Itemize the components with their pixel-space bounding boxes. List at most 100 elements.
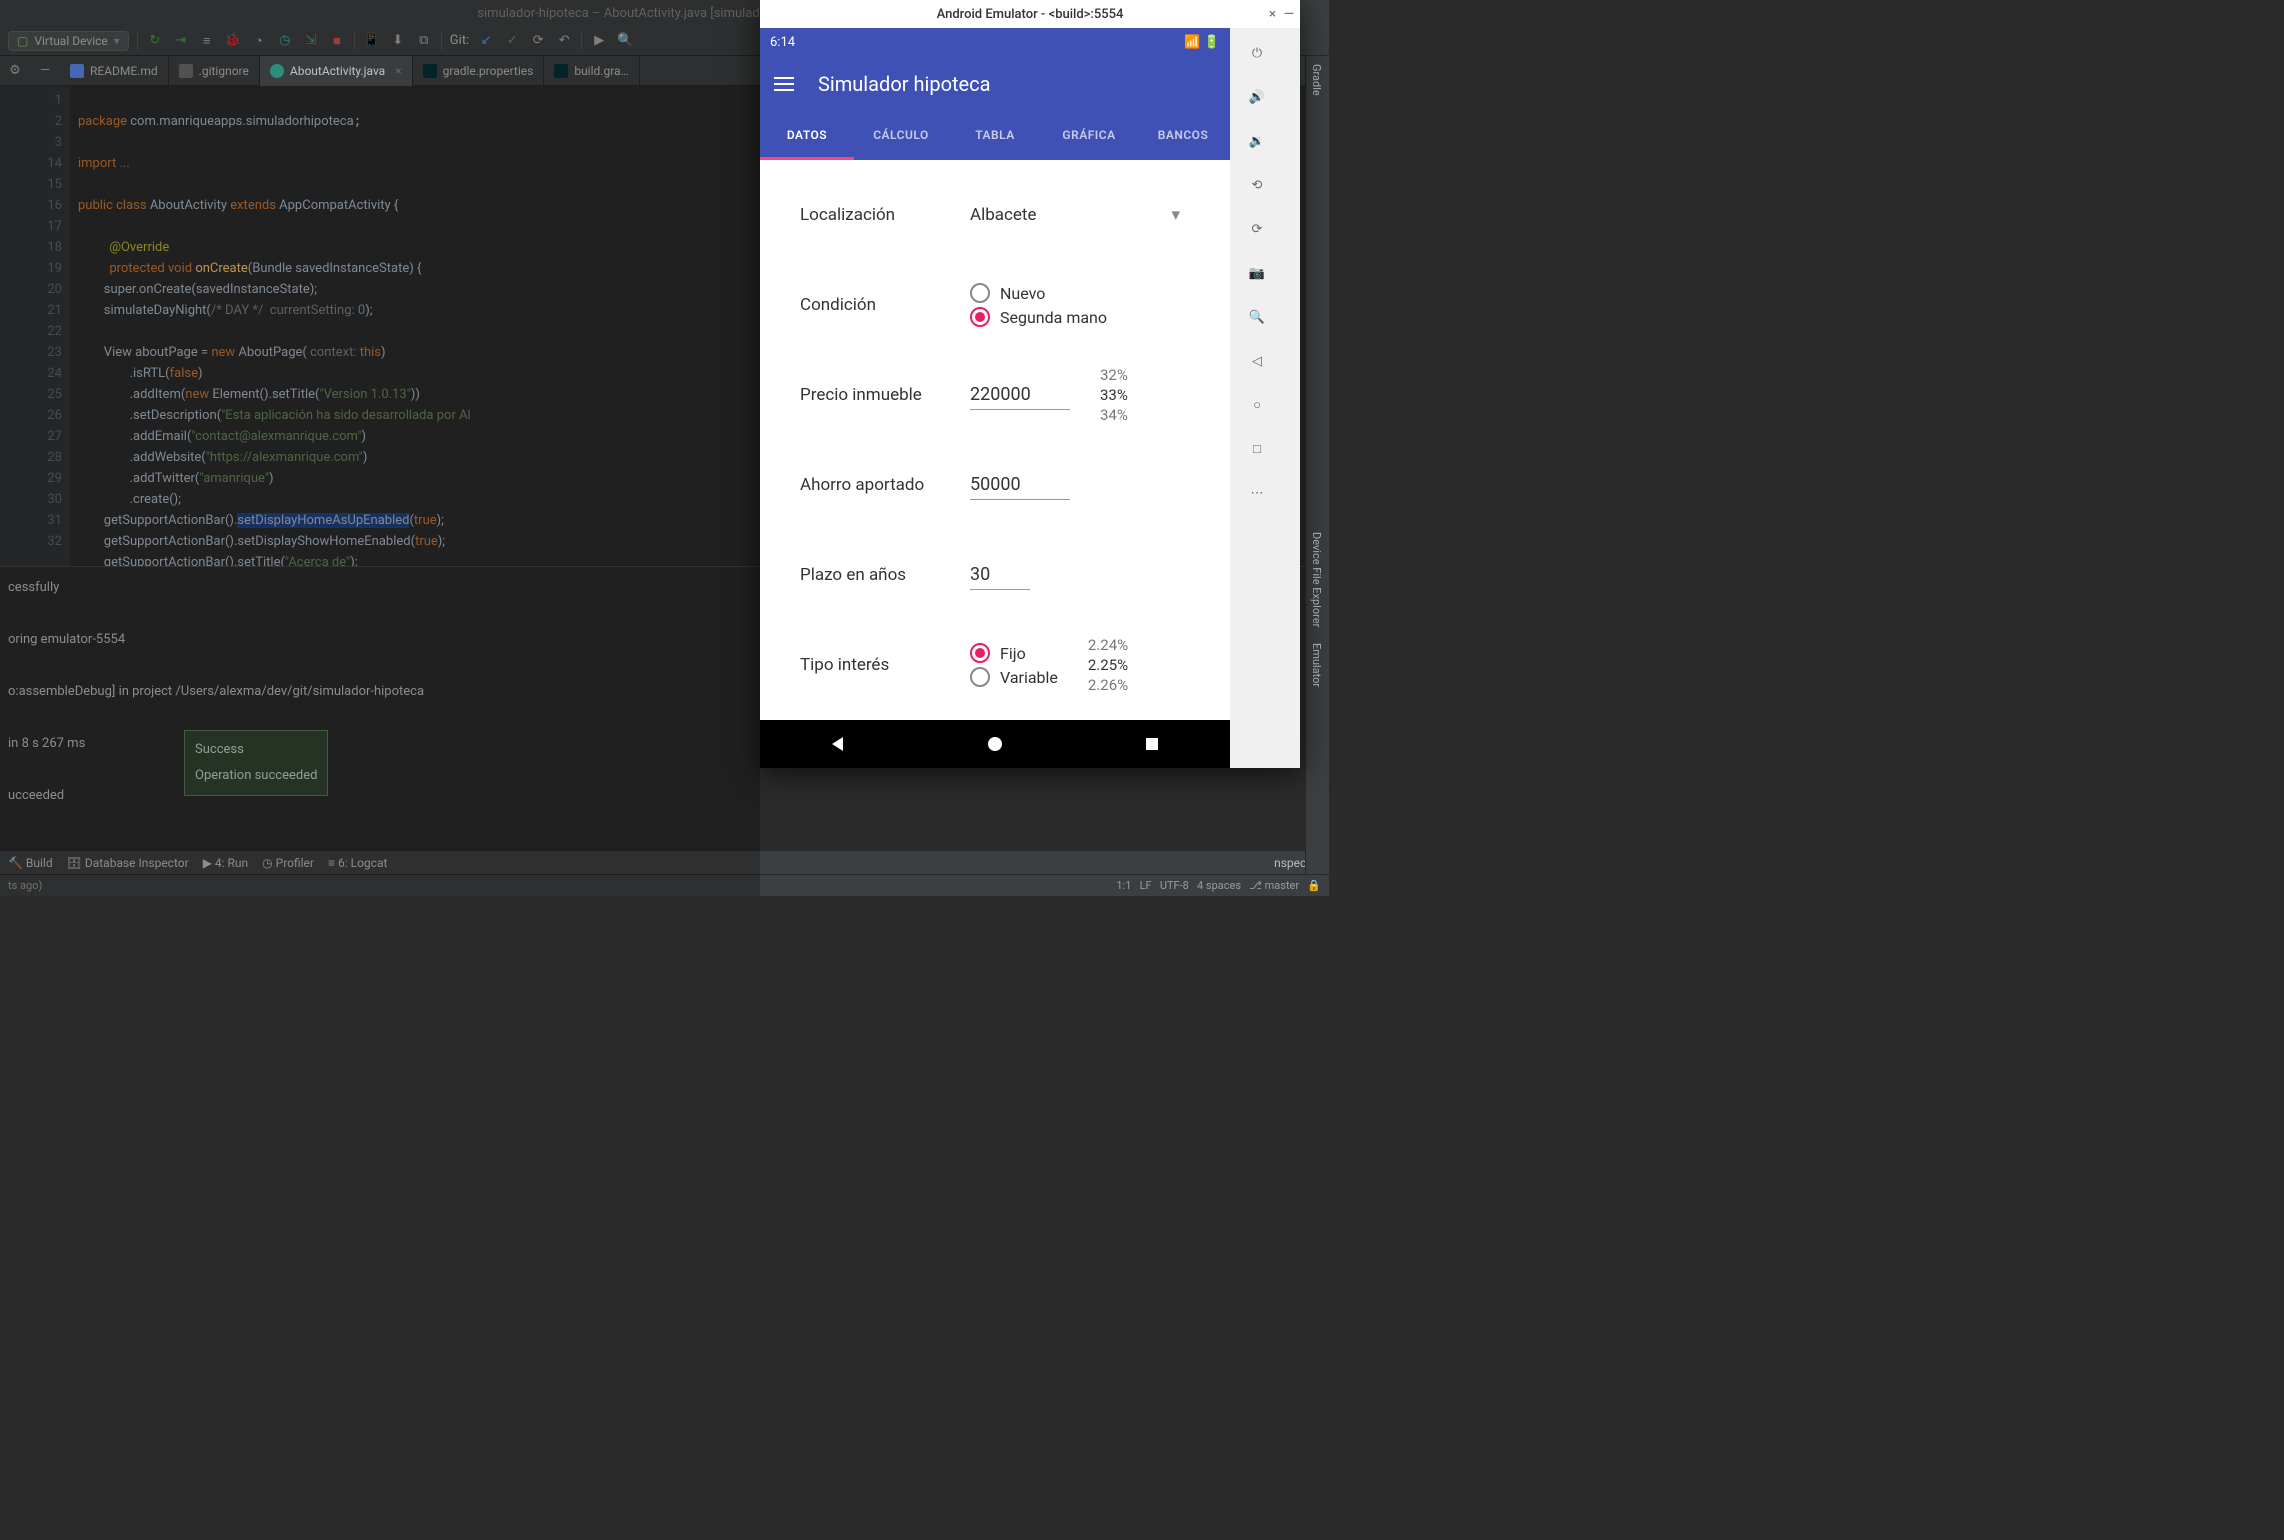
status-position[interactable]: 1:1 [1116, 879, 1131, 892]
git-label: Git: [450, 33, 469, 48]
tab-bancos[interactable]: BANCOS [1136, 112, 1230, 160]
line-gutter: 1231415161718192021222324252627282930313… [0, 86, 70, 566]
clock: 6:14 [770, 35, 795, 50]
chevron-down-icon: ▾ [1171, 205, 1180, 225]
bottom-tool-bar: 🔨 Build 🗄 Database Inspector ▶ 4: Run ◷ … [0, 850, 1329, 874]
attach-icon[interactable]: ⇲ [302, 32, 320, 50]
label-tipo-interes: Tipo interés [800, 655, 970, 675]
tab-settings-icon[interactable]: ⚙ [0, 63, 30, 78]
tool-logcat[interactable]: ≡ 6: Logcat [328, 856, 387, 870]
tab-readme[interactable]: README.md [60, 56, 169, 86]
android-nav-bar [760, 720, 1230, 768]
status-left: ts ago) [8, 879, 42, 892]
tool-gradle[interactable]: Gradle [1306, 56, 1327, 104]
tool-profiler[interactable]: ◷ Profiler [262, 856, 314, 870]
volume-up-icon[interactable]: 🔊 [1246, 86, 1268, 108]
status-encoding[interactable]: UTF-8 [1160, 879, 1189, 892]
rotate-right-icon[interactable]: ⟳ [1246, 218, 1268, 240]
close-icon[interactable]: × [1269, 7, 1276, 22]
input-ahorro[interactable] [970, 470, 1070, 500]
hamburger-icon[interactable] [774, 77, 794, 91]
label-ahorro: Ahorro aportado [800, 475, 970, 495]
radio-nuevo[interactable]: Nuevo [970, 283, 1210, 303]
branch-icon[interactable]: ⎇ [1249, 879, 1262, 892]
volume-down-icon[interactable]: 🔉 [1246, 130, 1268, 152]
tab-calculo[interactable]: CÁLCULO [854, 112, 948, 160]
tab-build-gradle[interactable]: build.gra… [544, 56, 639, 86]
git-history-icon[interactable]: ⟳ [529, 32, 547, 50]
android-status-bar: 6:14 📶 🔋 [760, 28, 1230, 56]
tool-db-inspector[interactable]: 🗄 Database Inspector [67, 856, 189, 870]
percent-picker-interes[interactable]: 2.24% 2.25% 2.26% [1088, 635, 1128, 695]
status-indent[interactable]: 4 spaces [1197, 879, 1241, 892]
camera-icon[interactable]: 📷 [1246, 262, 1268, 284]
tab-grafica[interactable]: GRÁFICA [1042, 112, 1136, 160]
sdk-icon[interactable]: ⬇ [389, 32, 407, 50]
device-selector[interactable]: ▢ Virtual Device ▾ [8, 31, 129, 51]
layout-inspector-icon[interactable]: ⧉ [415, 32, 433, 50]
input-plazo[interactable] [970, 560, 1030, 590]
form-body: Localización Albacete▾ Condición Nuevo S… [760, 160, 1230, 720]
coverage-icon[interactable]: ◔ [250, 32, 268, 50]
recents-icon[interactable] [1143, 735, 1161, 753]
more-icon[interactable]: ⋯ [1246, 482, 1268, 504]
rotate-left-icon[interactable]: ⟲ [1246, 174, 1268, 196]
tool-build[interactable]: 🔨 Build [8, 856, 53, 870]
search-icon[interactable]: 🔍 [616, 32, 634, 50]
radio-segunda-mano[interactable]: Segunda mano [970, 307, 1210, 327]
stop-icon[interactable]: ■ [328, 32, 346, 50]
zoom-icon[interactable]: 🔍 [1246, 306, 1268, 328]
app-bar: Simulador hipoteca [760, 56, 1230, 112]
percent-picker-precio[interactable]: 32% 33% 34% [1100, 365, 1128, 425]
run-last-icon[interactable]: ▶ [590, 32, 608, 50]
power-icon[interactable]: ⏻ [1246, 42, 1268, 64]
tab-aboutactivity[interactable]: AboutActivity.java× [260, 56, 413, 86]
tab-datos[interactable]: DATOS [760, 112, 854, 160]
minimize-icon[interactable]: — [1284, 7, 1294, 22]
label-precio: Precio inmueble [800, 385, 970, 405]
dropdown-localizacion[interactable]: Albacete▾ [970, 205, 1210, 225]
status-line-sep[interactable]: LF [1140, 879, 1152, 892]
app-title: Simulador hipoteca [818, 72, 990, 96]
back-icon[interactable] [829, 735, 847, 753]
tab-collapse-icon[interactable]: — [30, 63, 60, 78]
debug-icon[interactable]: 🐞 [224, 32, 242, 50]
app-tabs: DATOS CÁLCULO TABLA GRÁFICA BANCOS [760, 112, 1230, 160]
success-toast: Success Operation succeeded [184, 730, 328, 796]
close-icon[interactable]: × [395, 64, 401, 78]
overview-button-icon[interactable]: □ [1246, 438, 1268, 460]
emulator-title-bar[interactable]: Android Emulator - <build>:5554 × — [760, 0, 1300, 28]
emulator-screen[interactable]: 6:14 📶 🔋 Simulador hipoteca DATOS CÁLCUL… [760, 28, 1230, 768]
tab-gradle-properties[interactable]: gradle.properties [413, 56, 545, 86]
label-localizacion: Localización [800, 205, 970, 225]
code-content[interactable]: package com.manriqueapps.simuladorhipote… [70, 86, 471, 566]
lock-icon[interactable]: 🔒 [1307, 879, 1321, 892]
tool-emulator[interactable]: Emulator [1306, 635, 1327, 695]
tab-gitignore[interactable]: .gitignore [169, 56, 260, 86]
goto-icon[interactable]: ⇥ [172, 32, 190, 50]
avd-icon[interactable]: 📱 [363, 32, 381, 50]
radio-fijo[interactable]: Fijo [970, 643, 1058, 663]
status-branch[interactable]: master [1265, 879, 1299, 892]
radio-variable[interactable]: Variable [970, 667, 1058, 687]
home-icon[interactable] [986, 735, 1004, 753]
format-icon[interactable]: ≡ [198, 32, 216, 50]
label-condicion: Condición [800, 295, 970, 315]
input-precio[interactable] [970, 380, 1070, 410]
sync-icon[interactable]: ↻ [146, 32, 164, 50]
git-update-icon[interactable]: ↙ [477, 32, 495, 50]
emulator-side-controls: ⏻ 🔊 🔉 ⟲ ⟳ 📷 🔍 ◁ ○ □ ⋯ [1230, 28, 1284, 768]
profile-icon[interactable]: ◷ [276, 32, 294, 50]
tool-run[interactable]: ▶ 4: Run [203, 856, 248, 870]
back-button-icon[interactable]: ◁ [1246, 350, 1268, 372]
tool-device-file-explorer[interactable]: Device File Explorer [1306, 524, 1327, 635]
label-plazo: Plazo en años [800, 565, 970, 585]
git-commit-icon[interactable]: ✓ [503, 32, 521, 50]
home-button-icon[interactable]: ○ [1246, 394, 1268, 416]
tab-tabla[interactable]: TABLA [948, 112, 1042, 160]
status-bar: ts ago) 1:1 LF UTF-8 4 spaces ⎇ master 🔒 [0, 874, 1329, 896]
emulator-window: Android Emulator - <build>:5554 × — 6:14… [760, 0, 1300, 768]
right-tool-strip: Gradle Device File Explorer Emulator [1305, 56, 1329, 874]
git-rollback-icon[interactable]: ↶ [555, 32, 573, 50]
status-icons: 📶 🔋 [1184, 35, 1220, 50]
